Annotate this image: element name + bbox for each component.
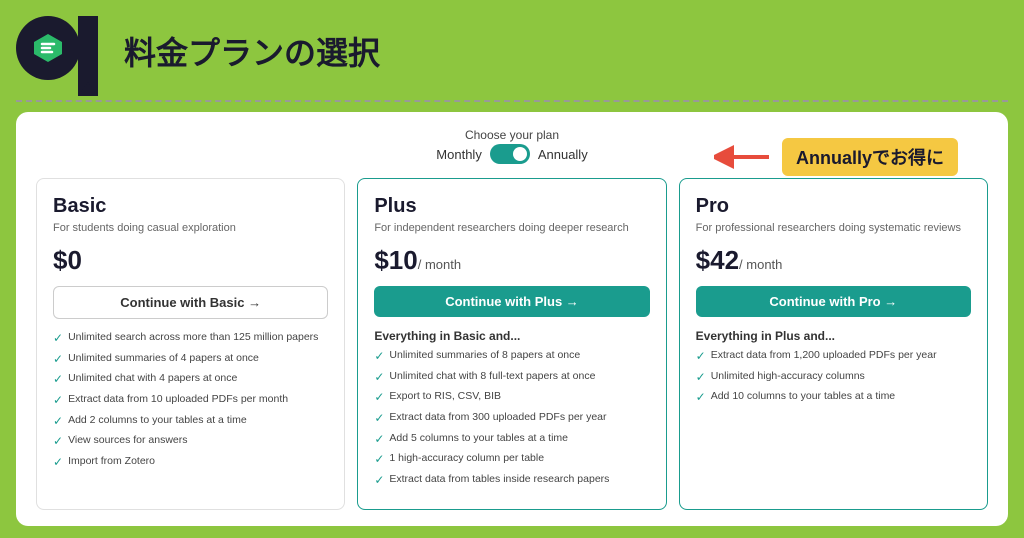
check-icon: ✓ <box>53 414 63 430</box>
check-icon: ✓ <box>374 473 384 489</box>
check-icon: ✓ <box>374 452 384 468</box>
toggle-knob <box>513 147 527 161</box>
plan-card-basic: Basic For students doing casual explorat… <box>36 178 345 510</box>
pro-features-header: Everything in Plus and... <box>696 329 971 343</box>
pro-plan-price: $42/ month <box>696 245 971 276</box>
basic-plan-button[interactable]: Continue with Basic → <box>53 286 328 319</box>
list-item: ✓1 high-accuracy column per table <box>374 452 649 468</box>
pro-plan-description: For professional researchers doing syste… <box>696 221 971 235</box>
toggle-control[interactable]: Monthly Annually <box>436 144 587 164</box>
plus-plan-name: Plus <box>374 195 649 218</box>
check-icon: ✓ <box>53 372 63 388</box>
check-icon: ✓ <box>374 370 384 386</box>
check-icon: ✓ <box>374 349 384 365</box>
plus-features-header: Everything in Basic and... <box>374 329 649 343</box>
section-divider <box>16 100 1008 102</box>
list-item: ✓Export to RIS, CSV, BIB <box>374 390 649 406</box>
list-item: ✓Import from Zotero <box>53 455 328 471</box>
plan-card-pro: Pro For professional researchers doing s… <box>679 178 988 510</box>
pro-feature-list: ✓Extract data from 1,200 uploaded PDFs p… <box>696 349 971 406</box>
plus-plan-price: $10/ month <box>374 245 649 276</box>
list-item: ✓Unlimited summaries of 4 papers at once <box>53 352 328 368</box>
toggle-section: Choose your plan Monthly Annually <box>436 128 587 164</box>
check-icon: ✓ <box>696 370 706 386</box>
toggle-switch[interactable] <box>490 144 530 164</box>
monthly-label: Monthly <box>436 147 482 162</box>
plan-card-plus: Plus For independent researchers doing d… <box>357 178 666 510</box>
list-item: ✓Extract data from 1,200 uploaded PDFs p… <box>696 349 971 365</box>
list-item: ✓Add 5 columns to your tables at a time <box>374 432 649 448</box>
check-icon: ✓ <box>53 331 63 347</box>
check-icon: ✓ <box>374 411 384 427</box>
red-arrow-icon <box>714 142 774 172</box>
list-item: ✓Extract data from 300 uploaded PDFs per… <box>374 411 649 427</box>
plus-plan-button[interactable]: Continue with Plus → <box>374 286 649 317</box>
check-icon: ✓ <box>374 432 384 448</box>
check-icon: ✓ <box>53 455 63 471</box>
check-icon: ✓ <box>53 434 63 450</box>
plus-plan-description: For independent researchers doing deeper… <box>374 221 649 235</box>
list-item: ✓Extract data from tables inside researc… <box>374 473 649 489</box>
check-icon: ✓ <box>696 390 706 406</box>
ribbon-decoration <box>78 16 98 96</box>
check-icon: ✓ <box>696 349 706 365</box>
choose-plan-label: Choose your plan <box>436 128 587 142</box>
card-area: Choose your plan Monthly Annually <box>16 112 1008 526</box>
annually-label: Annually <box>538 147 588 162</box>
list-item: ✓Unlimited search across more than 125 m… <box>53 331 328 347</box>
pro-plan-button[interactable]: Continue with Pro → <box>696 286 971 317</box>
basic-plan-name: Basic <box>53 195 328 218</box>
page-title: 料金プランの選択 <box>124 28 380 74</box>
check-icon: ✓ <box>53 393 63 409</box>
annotation-section: Annuallyでお得に <box>714 138 958 176</box>
pro-plan-name: Pro <box>696 195 971 218</box>
list-item: ✓Unlimited chat with 8 full-text papers … <box>374 370 649 386</box>
basic-plan-description: For students doing casual exploration <box>53 221 328 235</box>
list-item: ✓Extract data from 10 uploaded PDFs per … <box>53 393 328 409</box>
list-item: ✓Add 2 columns to your tables at a time <box>53 414 328 430</box>
annotation-box: Annuallyでお得に <box>782 138 958 176</box>
logo-icon <box>30 30 66 66</box>
list-item: ✓View sources for answers <box>53 434 328 450</box>
header: 料金プランの選択 <box>16 16 1008 86</box>
list-item: ✓Unlimited summaries of 8 papers at once <box>374 349 649 365</box>
check-icon: ✓ <box>374 390 384 406</box>
logo-badge <box>16 16 80 80</box>
basic-plan-price: $0 <box>53 245 328 276</box>
list-item: ✓Unlimited chat with 4 papers at once <box>53 372 328 388</box>
list-item: ✓Unlimited high-accuracy columns <box>696 370 971 386</box>
main-container: 料金プランの選択 Choose your plan Monthly Annual… <box>0 0 1024 538</box>
plus-feature-list: ✓Unlimited summaries of 8 papers at once… <box>374 349 649 488</box>
plans-grid: Basic For students doing casual explorat… <box>36 178 988 510</box>
basic-feature-list: ✓Unlimited search across more than 125 m… <box>53 331 328 470</box>
list-item: ✓Add 10 columns to your tables at a time <box>696 390 971 406</box>
check-icon: ✓ <box>53 352 63 368</box>
plan-toggle-row: Choose your plan Monthly Annually <box>36 128 988 164</box>
